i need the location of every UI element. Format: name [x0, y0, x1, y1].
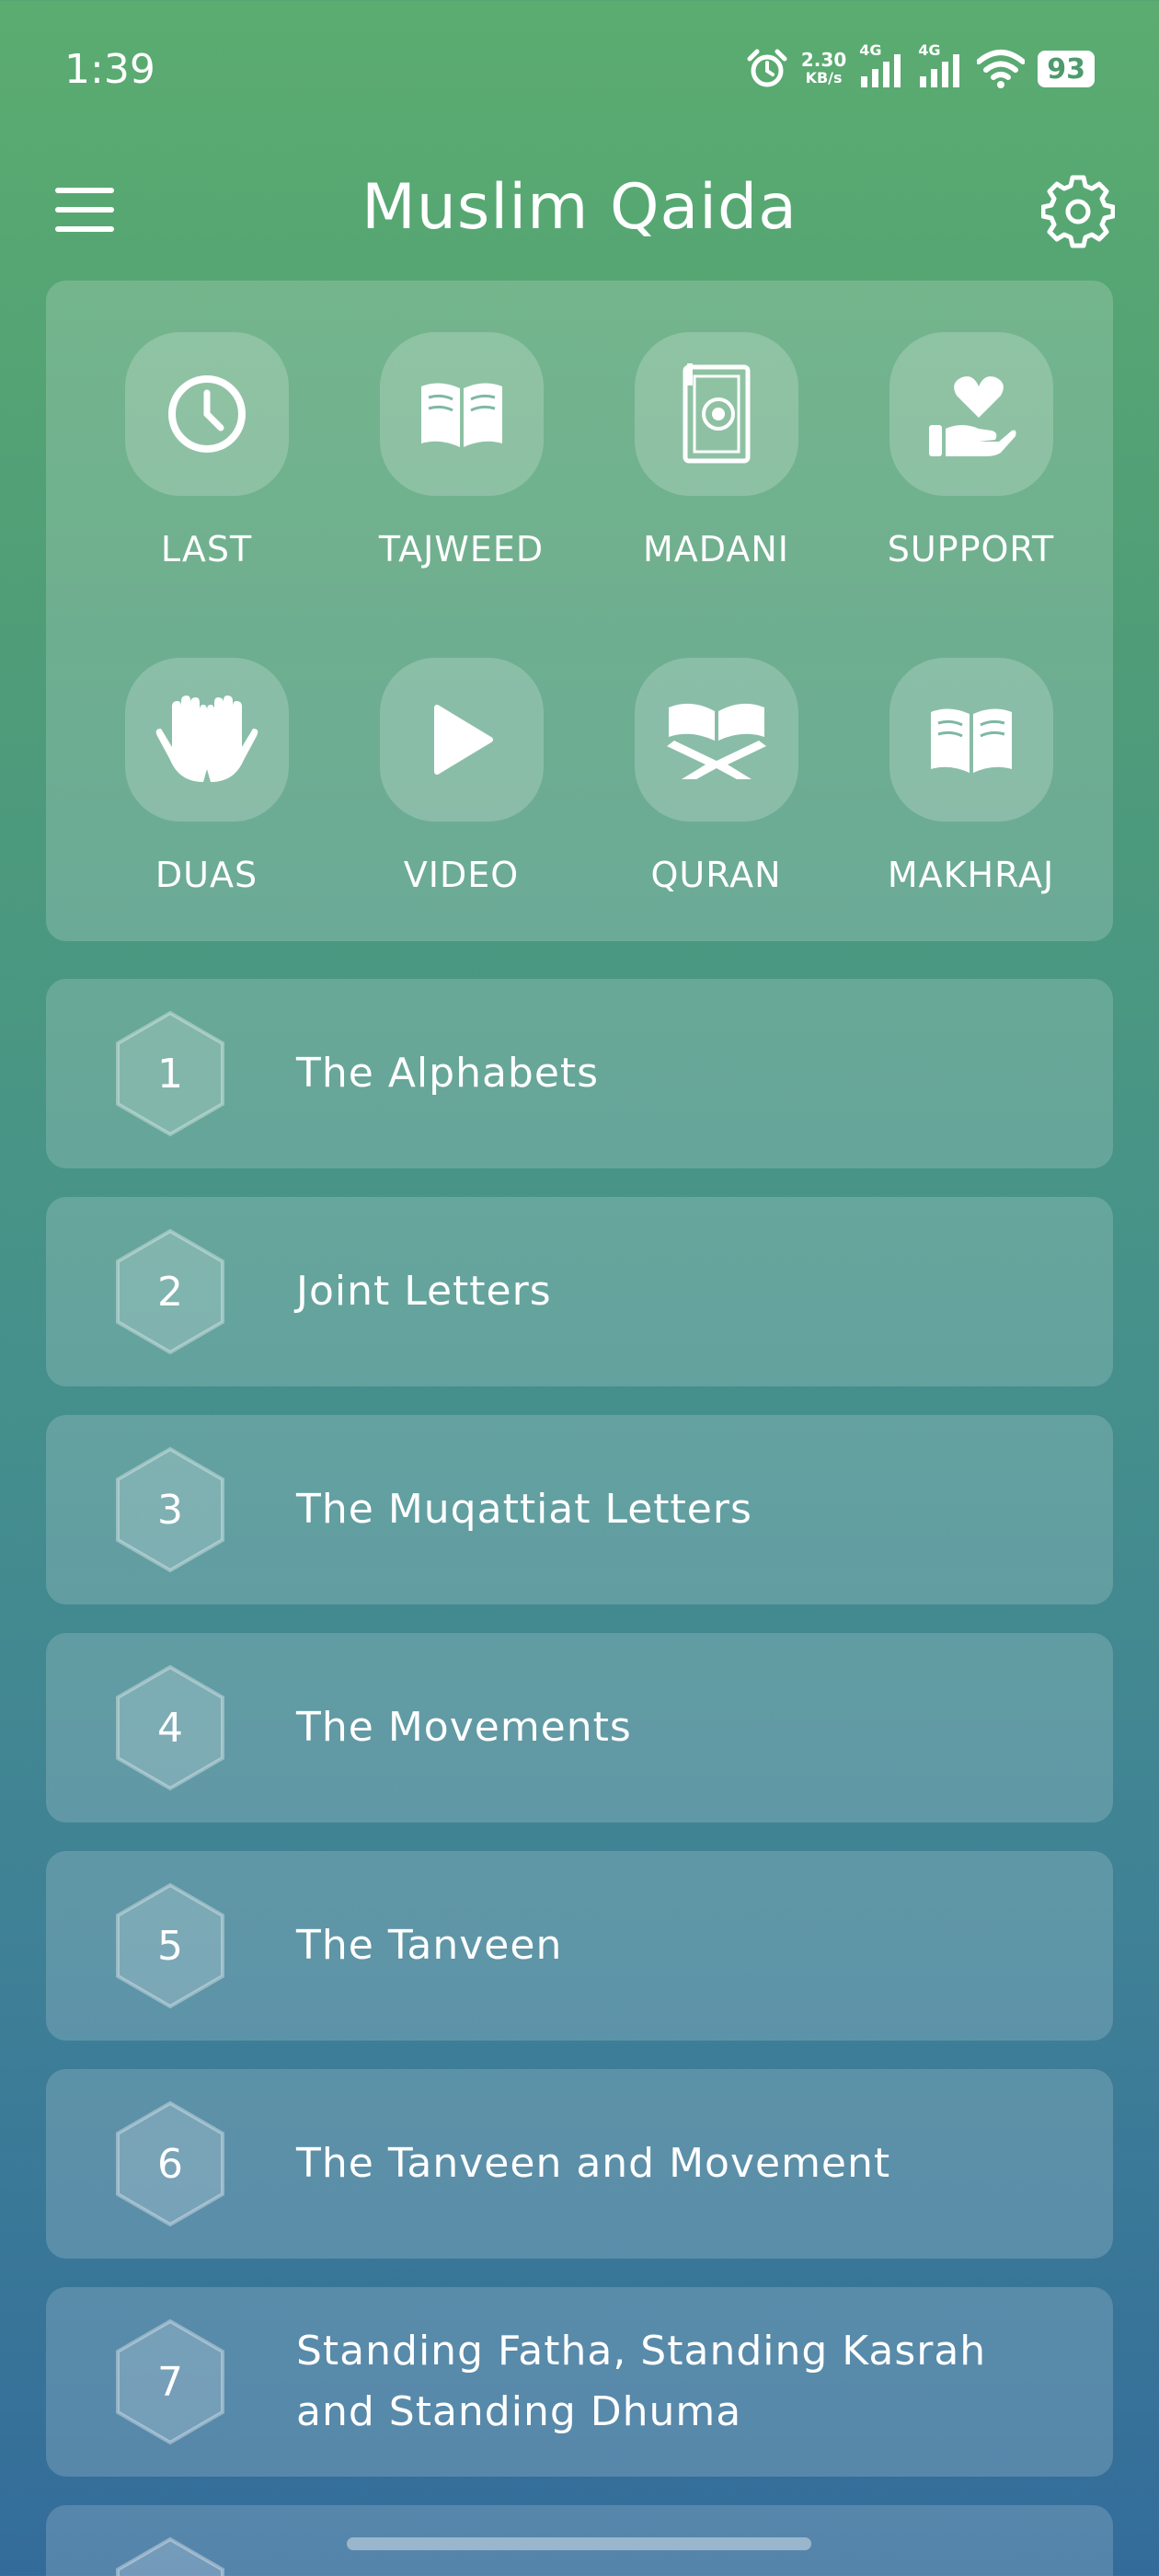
lesson-title: The Movements: [296, 1704, 632, 1751]
lesson-item[interactable]: 1 The Alphabets: [46, 979, 1113, 1168]
lesson-title: The Alphabets: [296, 1050, 600, 1097]
lesson-number: 1: [157, 1050, 183, 1098]
app-header: Muslim Qaida: [0, 166, 1159, 258]
signal-icon: 4G: [918, 41, 964, 89]
battery-indicator: 93: [1038, 51, 1095, 87]
gear-icon[interactable]: [1040, 175, 1116, 248]
grid-item-video[interactable]: VIDEO: [334, 658, 589, 934]
lesson-number: 3: [157, 1486, 183, 1534]
grid-item-makhraj[interactable]: MAKHRAJ: [843, 658, 1098, 934]
clock-icon: [124, 332, 289, 496]
lesson-item[interactable]: 2 Joint Letters: [46, 1197, 1113, 1386]
lesson-number: 4: [157, 1704, 183, 1752]
lesson-number: 2: [157, 1268, 183, 1316]
home-indicator[interactable]: [347, 2537, 811, 2550]
lesson-item[interactable]: 5 The Tanveen: [46, 1851, 1113, 2041]
lesson-item[interactable]: 3 The Muqattiat Letters: [46, 1415, 1113, 1604]
heart-hand-icon: [889, 332, 1053, 496]
play-icon: [379, 658, 544, 822]
alarm-icon: [746, 48, 788, 90]
status-icons: 2.30 KB/s 4G 4G 93: [746, 41, 1095, 90]
lesson-number: 7: [157, 2358, 183, 2406]
status-time: 1:39: [64, 46, 155, 93]
signal-icon: 4G: [859, 41, 905, 89]
grid-item-tajweed[interactable]: TAJWEED: [334, 332, 589, 608]
lesson-title: Standing Fatha, Standing Kasrah and Stan…: [296, 2328, 987, 2435]
lesson-number: 8: [106, 2536, 235, 2576]
grid-item-quran[interactable]: QURAN: [589, 658, 843, 934]
open-book-icon: [379, 332, 544, 496]
quran-stand-icon: [634, 658, 798, 822]
lesson-item[interactable]: 7 Standing Fatha, Standing Kasrah and St…: [46, 2287, 1113, 2477]
wifi-icon: [977, 49, 1026, 89]
grid-item-last[interactable]: LAST: [79, 332, 334, 608]
lesson-title: The Tanveen: [296, 1922, 563, 1969]
praying-hands-icon: [124, 658, 289, 822]
lesson-number: 6: [157, 2140, 183, 2188]
grid-item-madani[interactable]: MADANI: [589, 332, 843, 608]
lesson-item[interactable]: 6 The Tanveen and Movement: [46, 2069, 1113, 2259]
grid-item-duas[interactable]: DUAS: [79, 658, 334, 934]
lesson-title: Joint Letters: [296, 1268, 552, 1315]
status-bar: 1:39 2.30 KB/s 4G 4G 93: [0, 0, 1159, 147]
quick-access-grid: LAST TAJWEED MADANI SUPPORT DUAS VIDEO Q…: [46, 281, 1113, 941]
open-book-icon: [889, 658, 1053, 822]
lesson-title: The Tanveen and Movement: [296, 2140, 891, 2187]
lesson-title: The Muqattiat Letters: [296, 1486, 752, 1533]
lesson-number: 5: [157, 1922, 183, 1970]
lesson-item[interactable]: 4 The Movements: [46, 1633, 1113, 1823]
quick-access-card: LAST TAJWEED MADANI SUPPORT DUAS VIDEO Q…: [46, 281, 1113, 941]
grid-item-support[interactable]: SUPPORT: [843, 332, 1098, 608]
net-speed: 2.30 KB/s: [800, 49, 847, 86]
app-title: Muslim Qaida: [361, 171, 798, 244]
quran-cover-icon: [634, 332, 798, 496]
